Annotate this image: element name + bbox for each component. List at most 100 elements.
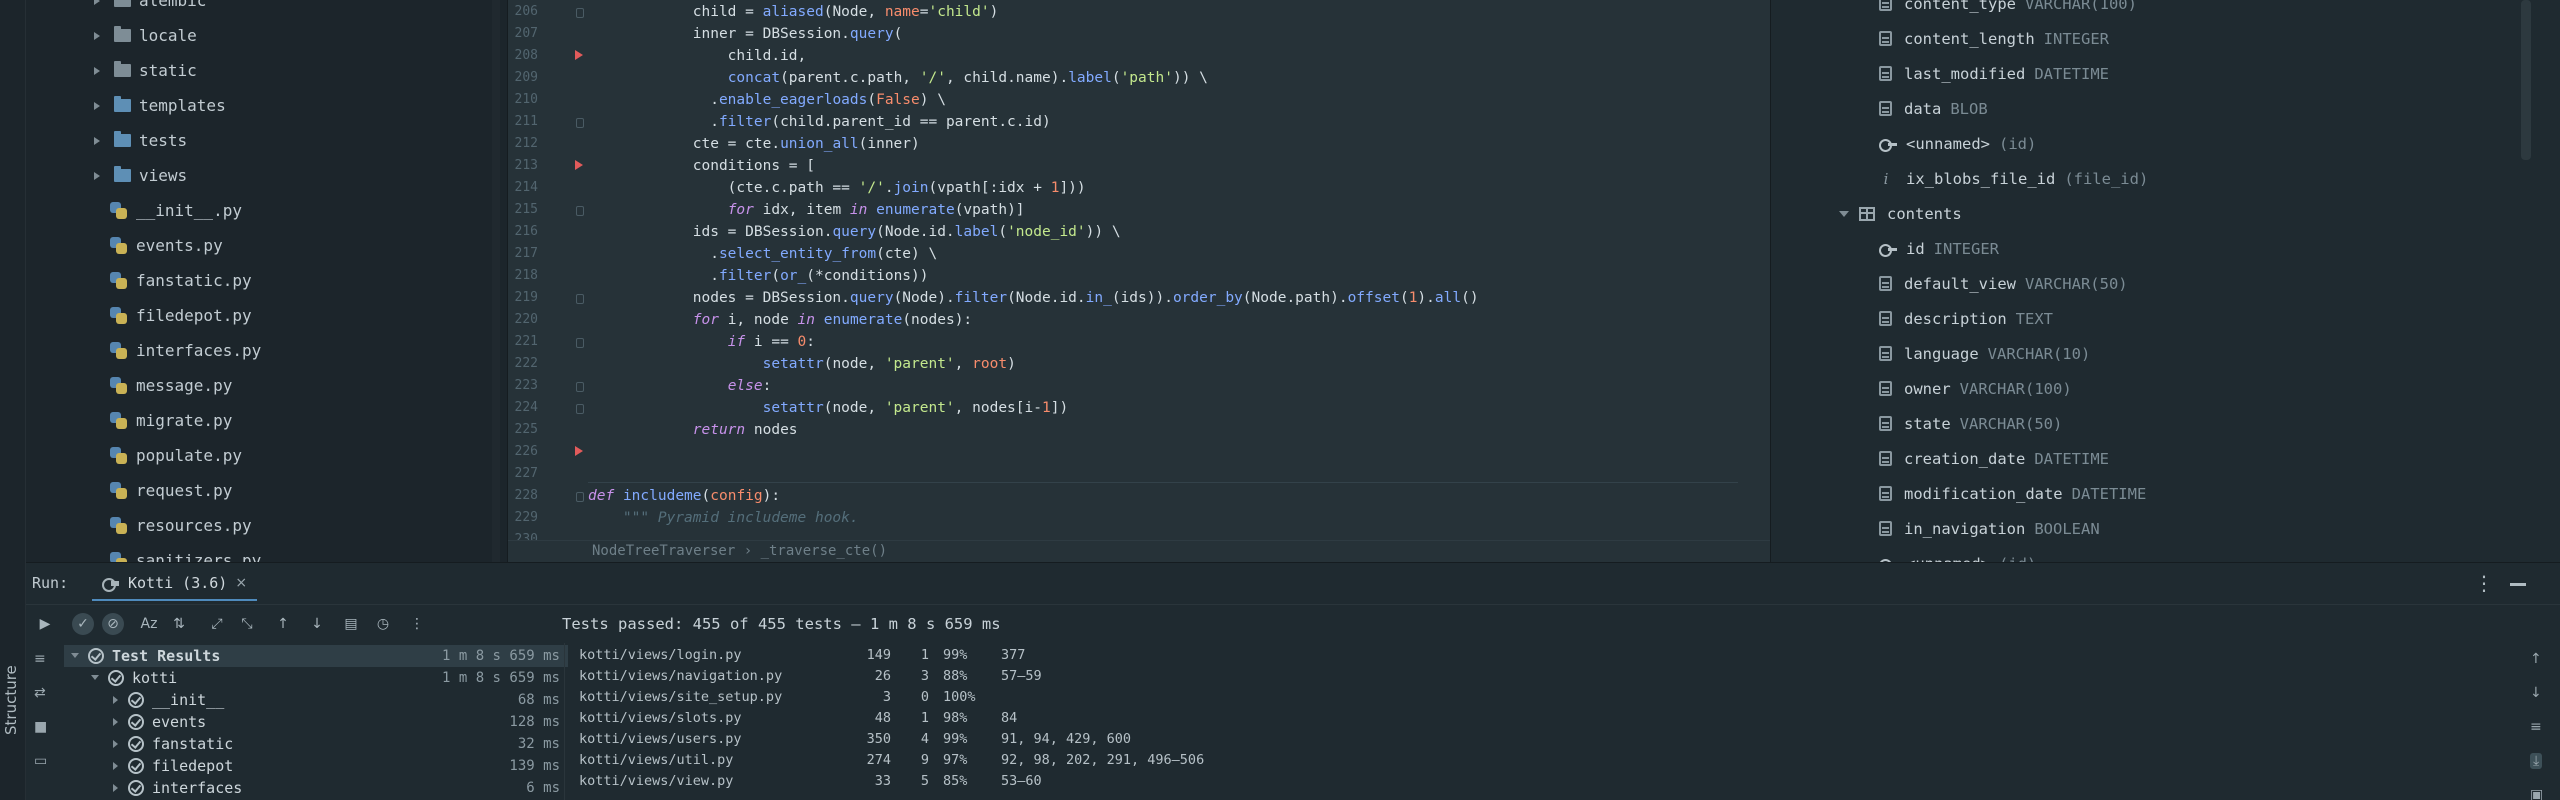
line-number[interactable]: 206 (508, 4, 538, 19)
chevron-right-icon[interactable] (92, 134, 106, 148)
tree-folder[interactable]: templates (92, 88, 226, 123)
tree-file[interactable]: events.py (110, 228, 223, 263)
line-number[interactable]: 222 (508, 356, 538, 371)
line-number[interactable]: 209 (508, 70, 538, 85)
tree-file[interactable]: request.py (110, 473, 232, 508)
breakpoint-marker[interactable] (575, 446, 583, 456)
structure-tab[interactable]: Structure (2, 665, 20, 735)
chevron-right-icon[interactable] (92, 0, 106, 8)
line-number[interactable]: 219 (508, 290, 538, 305)
tree-file[interactable]: resources.py (110, 508, 252, 543)
line-number[interactable]: 228 (508, 488, 538, 503)
test-output-console[interactable]: kotti/views/login.py 149 1 99% 377 kotti/view… (564, 643, 2524, 800)
line-number[interactable]: 221 (508, 334, 538, 349)
line-number[interactable]: 215 (508, 202, 538, 217)
run-tab-kotti[interactable]: Kotti (3.6) × (92, 567, 258, 601)
test-node[interactable]: filedepot 139 ms (64, 755, 568, 777)
db-column-row[interactable]: id INTEGER (1879, 231, 1999, 266)
line-number[interactable]: 210 (508, 92, 538, 107)
breakpoint-marker[interactable] (575, 160, 583, 170)
db-column-row[interactable]: data BLOB (1879, 91, 1988, 126)
chevron-right-icon[interactable] (92, 99, 106, 113)
expand-all-icon[interactable]: ⤢ (206, 613, 228, 635)
print-icon[interactable]: ▣ (2530, 787, 2543, 800)
db-column-row[interactable]: description TEXT (1879, 301, 2053, 336)
rerun-icon[interactable]: ▶ (34, 613, 56, 635)
more-options-icon[interactable]: ⋮ (2474, 571, 2494, 595)
line-number[interactable]: 217 (508, 246, 538, 261)
line-number[interactable]: 225 (508, 422, 538, 437)
line-number[interactable]: 212 (508, 136, 538, 151)
clear-icon[interactable]: ≡ (34, 651, 46, 667)
more-actions-icon[interactable]: ⋮ (406, 613, 428, 635)
chevron-right-icon[interactable] (110, 694, 122, 706)
test-node[interactable]: fanstatic 32 ms (64, 733, 568, 755)
tree-file[interactable]: fanstatic.py (110, 263, 252, 298)
editor-gutter[interactable]: 206 207 208 209 210 211 212 213 214 215 216 217 218 2… (508, 0, 588, 547)
fold-marker[interactable] (576, 404, 584, 414)
test-node[interactable]: __init__ 68 ms (64, 689, 568, 711)
minimize-icon[interactable] (2510, 583, 2526, 586)
next-failed-icon[interactable]: ↓ (306, 613, 328, 635)
line-number[interactable]: 211 (508, 114, 538, 129)
test-node[interactable]: interfaces 6 ms (64, 777, 568, 799)
line-number[interactable]: 214 (508, 180, 538, 195)
fold-marker[interactable] (576, 294, 584, 304)
db-column-row[interactable]: default_view VARCHAR(50) (1879, 266, 2128, 301)
chevron-right-icon[interactable] (110, 716, 122, 728)
code-editor[interactable]: 206 207 208 209 210 211 212 213 214 215 216 217 218 2… (508, 0, 1770, 562)
fold-marker[interactable] (576, 8, 584, 18)
tree-folder[interactable]: views (92, 158, 187, 193)
line-number[interactable]: 207 (508, 26, 538, 41)
close-icon[interactable]: × (235, 575, 247, 591)
soft-wrap-icon[interactable]: ≡ (2530, 719, 2542, 735)
fold-marker[interactable] (576, 118, 584, 128)
previous-failed-icon[interactable]: ↑ (272, 613, 294, 635)
layout-icon[interactable]: ▭ (34, 753, 47, 769)
scroll-to-end-icon[interactable]: ⤓ (2530, 753, 2543, 769)
fold-marker[interactable] (576, 492, 584, 502)
wrap-icon[interactable]: ⇄ (34, 685, 46, 701)
sort-duration-icon[interactable]: ⇅ (168, 613, 190, 635)
db-column-row[interactable]: creation_date DATETIME (1879, 441, 2109, 476)
line-number[interactable]: 220 (508, 312, 538, 327)
tree-file[interactable]: interfaces.py (110, 333, 261, 368)
tree-folder[interactable]: static (92, 53, 197, 88)
db-column-row[interactable]: content_length INTEGER (1879, 21, 2109, 56)
line-number[interactable]: 226 (508, 444, 538, 459)
chevron-right-icon[interactable] (92, 29, 106, 43)
tree-folder[interactable]: locale (92, 18, 197, 53)
tree-folder[interactable]: tests (92, 123, 187, 158)
collapse-all-icon[interactable]: ⤡ (236, 613, 258, 635)
show-passed-icon[interactable]: ✓ (72, 613, 94, 635)
show-ignored-icon[interactable]: ⊘ (102, 613, 124, 635)
breakpoint-marker[interactable] (575, 50, 583, 60)
db-column-row[interactable]: last_modified DATETIME (1879, 56, 2109, 91)
line-number[interactable]: 229 (508, 510, 538, 525)
db-column-row[interactable]: modification_date DATETIME (1879, 476, 2146, 511)
export-results-icon[interactable]: ▤ (340, 613, 362, 635)
tree-file[interactable]: message.py (110, 368, 232, 403)
fold-marker[interactable] (576, 206, 584, 216)
tree-file[interactable]: __init__.py (110, 193, 242, 228)
stop-icon[interactable]: ■ (34, 719, 47, 735)
line-number[interactable]: 218 (508, 268, 538, 283)
tree-file[interactable]: migrate.py (110, 403, 232, 438)
chevron-right-icon[interactable] (110, 760, 122, 772)
test-node[interactable]: events 128 ms (64, 711, 568, 733)
sort-alpha-icon[interactable]: Az (138, 613, 160, 635)
chevron-down-icon[interactable] (1837, 207, 1851, 221)
scroll-down-icon[interactable]: ↓ (2530, 685, 2542, 701)
db-column-row[interactable]: in_navigation BOOLEAN (1879, 511, 2100, 546)
chevron-down-icon[interactable] (90, 672, 102, 684)
tree-file[interactable]: filedepot.py (110, 298, 252, 333)
line-number[interactable]: 208 (508, 48, 538, 63)
db-column-row[interactable]: i ix_blobs_file_id (file_id) (1879, 161, 2149, 196)
history-icon[interactable]: ◷ (372, 613, 394, 635)
breadcrumb[interactable]: NodeTreeTraverser › _traverse_cte() (592, 543, 887, 559)
tree-folder[interactable]: alembic (92, 0, 206, 18)
chevron-right-icon[interactable] (92, 169, 106, 183)
scroll-up-icon[interactable]: ↑ (2530, 651, 2542, 667)
line-number[interactable]: 213 (508, 158, 538, 173)
chevron-right-icon[interactable] (110, 782, 122, 794)
